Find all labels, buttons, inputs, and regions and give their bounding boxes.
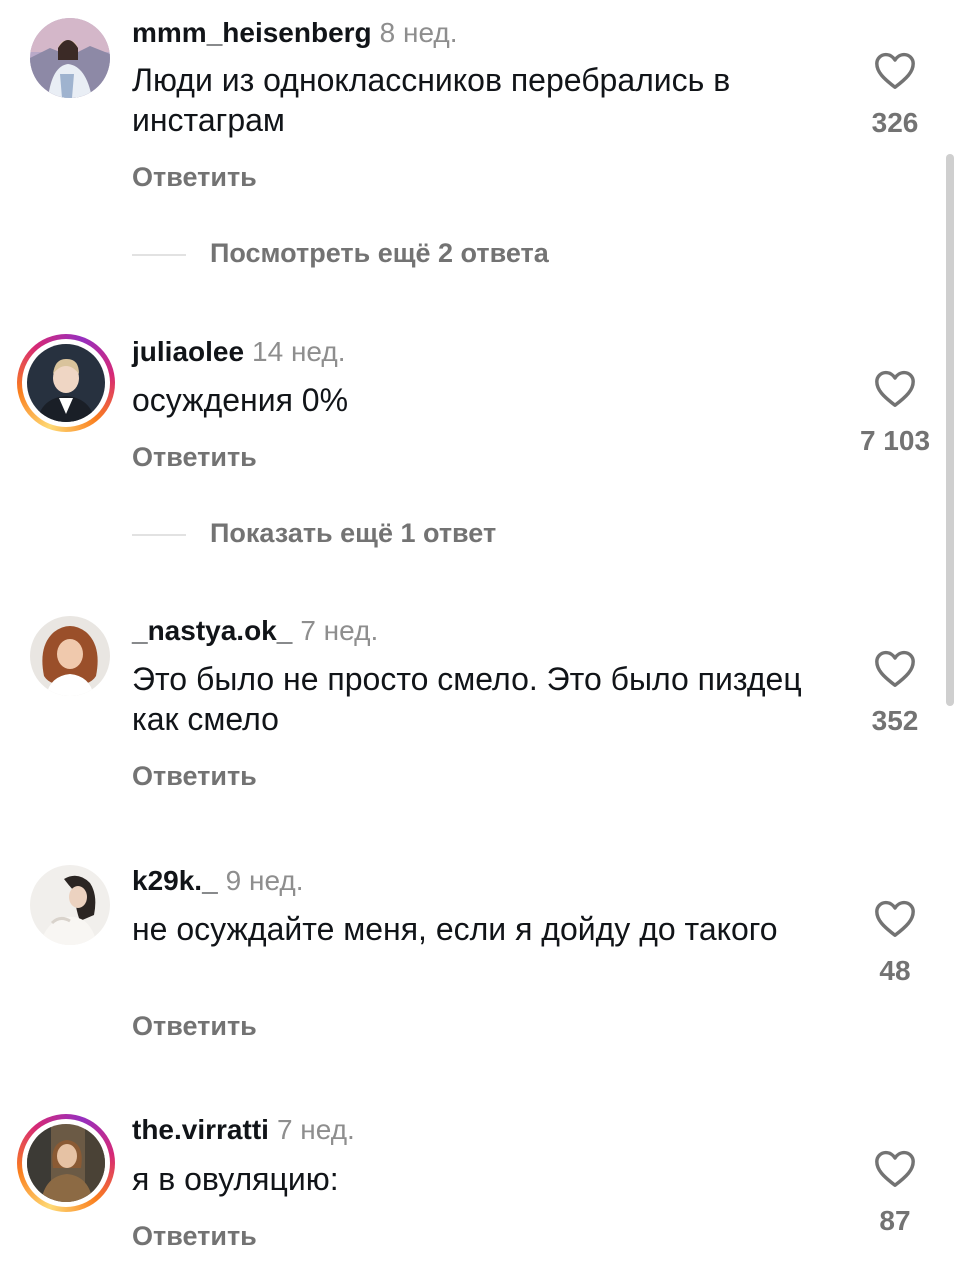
avatar[interactable] — [28, 16, 112, 100]
username[interactable]: juliaolee — [132, 336, 244, 367]
heart-outline-icon[interactable] — [873, 898, 917, 938]
divider-line — [132, 253, 186, 256]
like-count: 7 103 — [859, 425, 931, 456]
like-count: 87 — [879, 1205, 911, 1236]
like-button[interactable]: 7 103 — [852, 368, 938, 458]
comment-meta: the.virratti 7 нед. — [132, 1113, 355, 1147]
reply-button[interactable]: Ответить — [132, 440, 257, 474]
heart-outline-icon[interactable] — [873, 1148, 917, 1188]
view-more-replies[interactable]: Посмотреть ещё 2 ответа — [132, 236, 549, 270]
reply-button[interactable]: Ответить — [132, 1009, 257, 1043]
like-button[interactable]: 352 — [852, 648, 938, 738]
username[interactable]: k29k._ — [132, 865, 218, 896]
comment-meta: mmm_heisenberg 8 нед. — [132, 16, 458, 50]
view-more-replies-label[interactable]: Показать ещё 1 ответ — [210, 518, 496, 548]
reply-button[interactable]: Ответить — [132, 160, 257, 194]
timestamp: 7 нед. — [276, 1114, 355, 1145]
heart-outline-icon[interactable] — [873, 368, 917, 408]
avatar[interactable] — [27, 1124, 105, 1202]
username[interactable]: mmm_heisenberg — [132, 17, 372, 48]
timestamp: 8 нед. — [379, 17, 458, 48]
username[interactable]: the.virratti — [132, 1114, 269, 1145]
timestamp: 14 нед. — [252, 336, 346, 367]
like-button[interactable]: 326 — [852, 50, 938, 140]
avatar-story-ring[interactable] — [17, 334, 115, 432]
view-more-replies-label[interactable]: Посмотреть ещё 2 ответа — [210, 238, 549, 268]
scrollbar[interactable] — [946, 154, 954, 706]
comment-text: не осуждайте меня, если я дойду до таког… — [132, 911, 778, 947]
comment-text: осуждения 0% — [132, 382, 349, 418]
username[interactable]: _nastya.ok_ — [132, 615, 292, 646]
like-count: 352 — [871, 705, 919, 736]
comment-meta: _nastya.ok_ 7 нед. — [132, 614, 378, 648]
like-button[interactable]: 48 — [852, 898, 938, 988]
avatar[interactable] — [28, 863, 112, 947]
view-more-replies[interactable]: Показать ещё 1 ответ — [132, 516, 496, 550]
comment-text: я в овуляцию: — [132, 1161, 339, 1197]
reply-button[interactable]: Ответить — [132, 1219, 257, 1253]
timestamp: 9 нед. — [225, 865, 304, 896]
avatar-story-ring[interactable] — [17, 1114, 115, 1212]
comment-meta: juliaolee 14 нед. — [132, 335, 346, 369]
comment-text: Это было не просто смело. Это было пизде… — [132, 661, 802, 737]
avatar[interactable] — [28, 614, 112, 698]
avatar[interactable] — [27, 344, 105, 422]
divider-line — [132, 533, 186, 536]
like-count: 326 — [871, 107, 919, 138]
heart-outline-icon[interactable] — [873, 50, 917, 90]
reply-button[interactable]: Ответить — [132, 759, 257, 793]
timestamp: 7 нед. — [300, 615, 379, 646]
like-count: 48 — [879, 955, 911, 986]
comment-meta: k29k._ 9 нед. — [132, 864, 304, 898]
comment-text: Люди из одноклассников перебрались в инс… — [132, 62, 731, 138]
heart-outline-icon[interactable] — [873, 648, 917, 688]
like-button[interactable]: 87 — [852, 1148, 938, 1238]
